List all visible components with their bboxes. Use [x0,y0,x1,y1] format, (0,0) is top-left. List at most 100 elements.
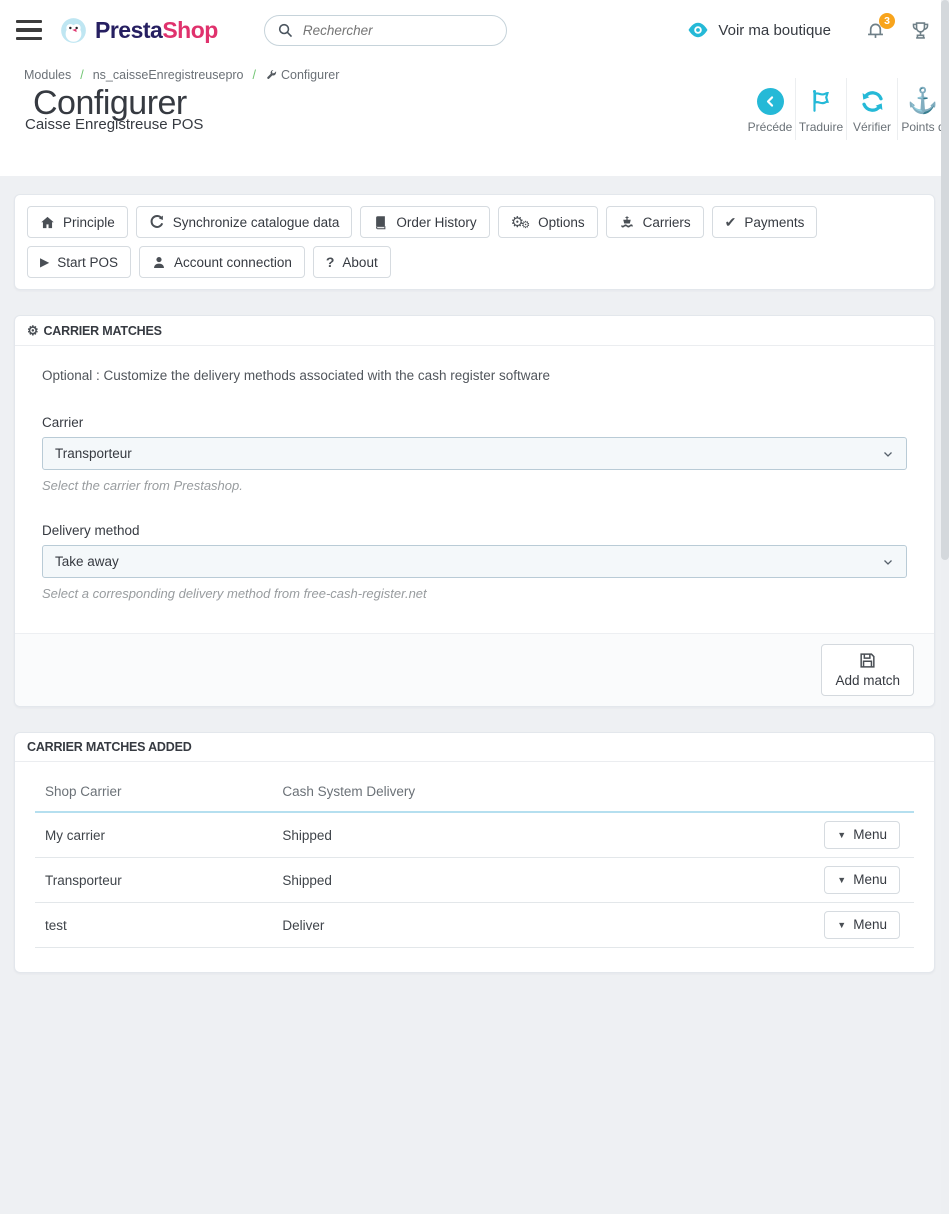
shop-carrier-cell: test [35,903,272,948]
delivery-cell: Deliver [272,903,814,948]
caret-down-icon: ▼ [837,920,846,930]
row-menu-button[interactable]: ▼ Menu [824,911,900,939]
carrier-form-group: Carrier Transporteur Select the carrier … [42,415,907,493]
achievements-button[interactable] [910,20,931,41]
scrollbar-thumb[interactable] [941,0,949,560]
chevron-down-icon [882,556,894,568]
question-icon: ? [326,254,335,270]
previous-button[interactable]: Précéde [745,78,796,140]
carrier-help-text: Select the carrier from Prestashop. [42,478,907,493]
carrier-matches-table: Shop Carrier Cash System Delivery My car… [35,772,914,948]
home-icon [40,215,55,230]
delivery-method-select[interactable]: Take away [42,545,907,578]
carrier-matches-added-panel: CARRIER MATCHES ADDED Shop Carrier Cash … [14,732,935,973]
carrier-matches-added-heading: CARRIER MATCHES ADDED [15,733,934,762]
book-icon [373,215,388,230]
prestashop-mascot-icon [60,17,87,44]
carrier-matches-body: Optional : Customize the delivery method… [15,346,934,633]
caret-down-icon: ▼ [837,875,846,885]
cogs-icon: ⚙⚙ [511,212,530,233]
caret-down-icon: ▼ [837,830,846,840]
save-icon [858,651,877,670]
add-match-button[interactable]: Add match [821,644,914,696]
column-header-shop-carrier: Shop Carrier [35,772,272,812]
row-menu-button[interactable]: ▼ Menu [824,821,900,849]
check-updates-button[interactable]: Vérifier [847,78,898,140]
cogs-icon: ⚙ [27,323,38,338]
check-icon: ✔ [725,214,737,231]
page-head: Configurer Caisse Enregistreuse POS Préc… [0,84,949,176]
check-updates-label: Vérifier [849,120,895,134]
anchor-icon: ⚓ [900,86,946,116]
tab-about[interactable]: ? About [313,246,391,278]
table-header-row: Shop Carrier Cash System Delivery [35,772,914,812]
module-tabs-panel: Principle Synchronize catalogue data Ord… [14,194,935,290]
tab-carriers[interactable]: Carriers [606,206,704,238]
previous-label: Précéde [747,120,793,134]
carrier-matches-footer: Add match [15,633,934,706]
header-right-cluster: Voir ma boutique 3 [687,20,931,41]
carrier-matches-table-wrap: Shop Carrier Cash System Delivery My car… [15,762,934,972]
main-content: Principle Synchronize catalogue data Ord… [0,176,949,973]
tab-order-history[interactable]: Order History [360,206,489,238]
prestashop-logo[interactable]: PrestaShop [60,17,218,44]
delivery-form-group: Delivery method Take away Select a corre… [42,523,907,601]
app-header: PrestaShop Voir ma boutique [0,0,949,60]
shop-carrier-cell: My carrier [35,812,272,858]
hamburger-menu-icon[interactable] [16,20,42,40]
table-row: My carrier Shipped ▼ Menu [35,812,914,858]
global-search[interactable] [264,15,507,46]
carrier-matches-intro: Optional : Customize the delivery method… [42,368,907,383]
refresh-icon [149,214,165,230]
delivery-cell: Shipped [272,858,814,903]
row-menu-button[interactable]: ▼ Menu [824,866,900,894]
breadcrumb-module-link[interactable]: ns_caisseEnregistreusepro [93,68,244,82]
wrench-icon [265,69,277,81]
delivery-method-label: Delivery method [42,523,907,538]
carriers-icon [619,215,635,230]
breadcrumb-current: Configurer [265,68,339,82]
play-icon: ▶ [40,255,49,269]
carrier-select[interactable]: Transporteur [42,437,907,470]
breadcrumb-separator: / [253,68,256,82]
breadcrumb-modules-link[interactable]: Modules [24,68,71,82]
sync-icon [849,86,895,116]
translate-label: Traduire [798,120,844,134]
delivery-method-select-value: Take away [55,554,119,569]
tab-options[interactable]: ⚙⚙ Options [498,206,598,238]
scrollbar[interactable] [941,0,949,1214]
eye-icon [687,21,709,39]
column-header-actions [814,772,914,812]
chevron-down-icon [882,448,894,460]
table-row: Transporteur Shipped ▼ Menu [35,858,914,903]
user-icon [152,255,166,270]
carrier-label: Carrier [42,415,907,430]
breadcrumb-separator: / [80,68,83,82]
search-input[interactable] [303,23,463,38]
search-icon [277,22,294,39]
shop-carrier-cell: Transporteur [35,858,272,903]
notification-count-badge: 3 [879,13,895,29]
tab-principle[interactable]: Principle [27,206,128,238]
tab-payments[interactable]: ✔ Payments [712,206,818,238]
tab-start-pos[interactable]: ▶ Start POS [27,246,131,278]
column-header-cash-system-delivery: Cash System Delivery [272,772,814,812]
view-my-shop-label: Voir ma boutique [718,22,831,39]
carrier-matches-heading: ⚙ CARRIER MATCHES [15,316,934,346]
delivery-method-help-text: Select a corresponding delivery method f… [42,586,907,601]
flag-icon [798,86,844,116]
translate-button[interactable]: Traduire [796,78,847,140]
view-my-shop-link[interactable]: Voir ma boutique [687,21,831,39]
anchor-points-label: Points d [900,120,946,134]
logo-wordmark: PrestaShop [95,17,218,44]
table-row: test Deliver ▼ Menu [35,903,914,948]
tab-synchronize-catalogue[interactable]: Synchronize catalogue data [136,206,353,238]
delivery-cell: Shipped [272,812,814,858]
page-header-toolbar: Précéde Traduire [745,78,949,140]
top-white-zone: PrestaShop Voir ma boutique [0,0,949,176]
carrier-matches-panel: ⚙ CARRIER MATCHES Optional : Customize t… [14,315,935,707]
notifications-button[interactable]: 3 [865,20,886,41]
tab-account-connection[interactable]: Account connection [139,246,305,278]
trophy-icon [910,20,931,41]
carrier-select-value: Transporteur [55,446,132,461]
